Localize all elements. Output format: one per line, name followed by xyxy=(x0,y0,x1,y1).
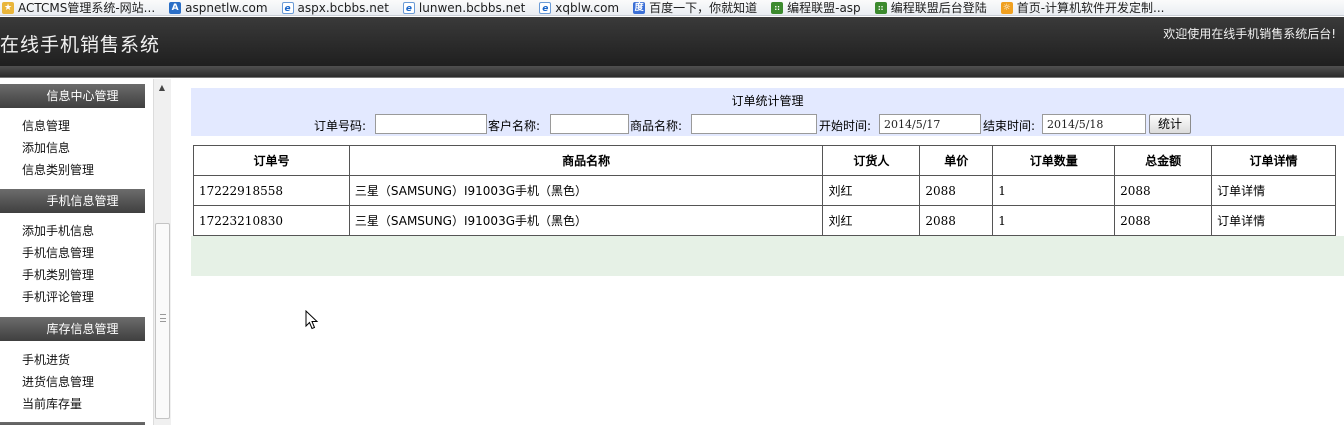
favorite-label: aspx.bcbbs.net xyxy=(297,0,389,15)
customer-input[interactable] xyxy=(550,114,629,134)
order-details-link[interactable]: 订单详情 xyxy=(1211,205,1336,236)
welcome-text: 欢迎使用在线手机销售系统后台! xyxy=(1163,27,1336,41)
search-form: 订单号码: 客户名称: 商品名称: 开始时间: 结束时间: 统计 xyxy=(191,114,1344,134)
product-label: 商品名称: xyxy=(630,119,683,133)
col-product-name: 商品名称 xyxy=(348,145,824,176)
cell-product-name: 三星（SAMSUNG）I91003G手机（黑色） xyxy=(348,175,824,206)
cell-total: 2088 xyxy=(1114,205,1213,236)
cell-order-no: 17223210830 xyxy=(193,205,350,236)
end-time-input[interactable] xyxy=(1042,114,1146,134)
favorite-lunwen-bcbbs[interactable]: e lunwen.bcbbs.net xyxy=(402,0,526,15)
favorite-label: lunwen.bcbbs.net xyxy=(418,0,526,15)
mouse-pointer-icon xyxy=(305,310,319,330)
order-no-input[interactable] xyxy=(375,114,487,134)
asp-icon: A xyxy=(169,1,182,14)
table-header-row: 订单号 商品名称 订货人 单价 订单数量 总金额 订单详情 xyxy=(193,145,1336,176)
start-time-label: 开始时间: xyxy=(819,119,872,133)
sidebar-item-phone-manage[interactable]: 手机信息管理 xyxy=(22,243,94,263)
col-unit-price: 单价 xyxy=(919,145,994,176)
sidebar-section-info[interactable]: 信息中心管理 xyxy=(0,84,145,108)
cell-quantity: 1 xyxy=(992,205,1116,236)
sidebar-section-stock[interactable]: 库存信息管理 xyxy=(0,317,145,341)
cell-total: 2088 xyxy=(1114,175,1213,206)
app-title: 在线手机销售系统 xyxy=(0,34,161,56)
star-icon: ★ xyxy=(2,1,14,14)
favorite-xqblw[interactable]: e xqblw.com xyxy=(539,0,620,15)
cell-unit-price: 2088 xyxy=(919,205,994,236)
cell-quantity: 1 xyxy=(992,175,1116,206)
app-header: 在线手机销售系统 欢迎使用在线手机销售系统后台! xyxy=(0,17,1344,66)
header-divider xyxy=(0,66,1344,78)
favorite-label: ACTCMS管理系统-网站... xyxy=(18,1,156,15)
cell-buyer: 刘红 xyxy=(822,175,921,206)
bc-icon: :: xyxy=(874,1,887,14)
stats-button[interactable]: 统计 xyxy=(1149,114,1191,134)
sun-icon: ☼ xyxy=(1000,1,1013,14)
end-time-label: 结束时间: xyxy=(983,119,1036,133)
orders-table: 订单号 商品名称 订货人 单价 订单数量 总金额 订单详情 1722291855… xyxy=(193,145,1336,236)
favorite-label: xqblw.com xyxy=(555,0,620,15)
start-time-input[interactable] xyxy=(879,114,981,134)
ie-icon: e xyxy=(539,1,552,14)
cell-unit-price: 2088 xyxy=(919,175,994,206)
cell-order-no: 17222918558 xyxy=(193,175,350,206)
panel-title: 订单统计管理 xyxy=(731,94,804,108)
favorite-label: 百度一下，你就知道 xyxy=(649,1,758,15)
favorite-aspnetlw[interactable]: A aspnetlw.com xyxy=(169,0,268,15)
col-total: 总金额 xyxy=(1114,145,1213,176)
sidebar-item-current-stock[interactable]: 当前库存量 xyxy=(22,394,82,414)
favorite-label: 编程联盟-asp xyxy=(787,1,861,15)
table-row: 17222918558 三星（SAMSUNG）I91003G手机（黑色） 刘红 … xyxy=(193,175,1336,206)
sidebar-item-stock-in[interactable]: 手机进货 xyxy=(22,350,70,370)
sidebar: 信息中心管理 信息管理 添加信息 信息类别管理 手机信息管理 添加手机信息 手机… xyxy=(0,79,171,425)
col-quantity: 订单数量 xyxy=(992,145,1116,176)
sidebar-item-phone-comments[interactable]: 手机评论管理 xyxy=(22,287,94,307)
sidebar-item-stock-in-manage[interactable]: 进货信息管理 xyxy=(22,372,94,392)
sidebar-item-info-manage[interactable]: 信息管理 xyxy=(22,116,70,136)
favorite-baidu[interactable]: 度 百度一下，你就知道 xyxy=(633,0,758,15)
order-stats-panel: 订单统计管理 订单号码: 客户名称: 商品名称: 开始时间: 结束时间: 统计 xyxy=(191,88,1344,136)
favorite-bc-asp[interactable]: :: 编程联盟-asp xyxy=(771,0,861,15)
product-input[interactable] xyxy=(691,114,817,134)
cell-product-name: 三星（SAMSUNG）I91003G手机（黑色） xyxy=(348,205,824,236)
order-details-link[interactable]: 订单详情 xyxy=(1211,175,1336,206)
sidebar-scrollbar[interactable]: ▲ xyxy=(153,79,171,425)
table-row: 17223210830 三星（SAMSUNG）I91003G手机（黑色） 刘红 … xyxy=(193,205,1336,236)
favorite-actcms[interactable]: ★ ACTCMS管理系统-网站... xyxy=(2,0,156,15)
col-details: 订单详情 xyxy=(1211,145,1336,176)
order-no-label: 订单号码: xyxy=(314,119,367,133)
scroll-up-arrow-icon[interactable]: ▲ xyxy=(154,81,170,95)
sidebar-item-add-phone[interactable]: 添加手机信息 xyxy=(22,221,94,241)
sidebar-item-phone-category[interactable]: 手机类别管理 xyxy=(22,265,94,285)
col-buyer: 订货人 xyxy=(822,145,921,176)
cell-buyer: 刘红 xyxy=(822,205,921,236)
grip-icon xyxy=(160,314,166,322)
sidebar-item-add-info[interactable]: 添加信息 xyxy=(22,138,70,158)
baidu-icon: 度 xyxy=(633,1,646,14)
favorite-label: 首页-计算机软件开发定制... xyxy=(1016,1,1165,15)
favorite-bc-login[interactable]: :: 编程联盟后台登陆 xyxy=(874,0,987,15)
sidebar-item-info-category[interactable]: 信息类别管理 xyxy=(22,160,94,180)
customer-label: 客户名称: xyxy=(488,119,541,133)
favorite-label: 编程联盟后台登陆 xyxy=(890,1,987,15)
bc-icon: :: xyxy=(771,1,784,14)
sidebar-section-phone[interactable]: 手机信息管理 xyxy=(0,189,145,213)
table-footer-band xyxy=(191,236,1344,276)
scrollbar-thumb[interactable] xyxy=(155,223,170,419)
favorite-aspx-bcbbs[interactable]: e aspx.bcbbs.net xyxy=(281,0,389,15)
favorites-bar: ★ ACTCMS管理系统-网站... A aspnetlw.com e aspx… xyxy=(0,0,1344,16)
col-order-no: 订单号 xyxy=(193,145,350,176)
ie-icon: e xyxy=(402,1,415,14)
favorite-label: aspnetlw.com xyxy=(185,0,268,15)
ie-icon: e xyxy=(281,1,294,14)
favorite-home[interactable]: ☼ 首页-计算机软件开发定制... xyxy=(1000,0,1165,15)
